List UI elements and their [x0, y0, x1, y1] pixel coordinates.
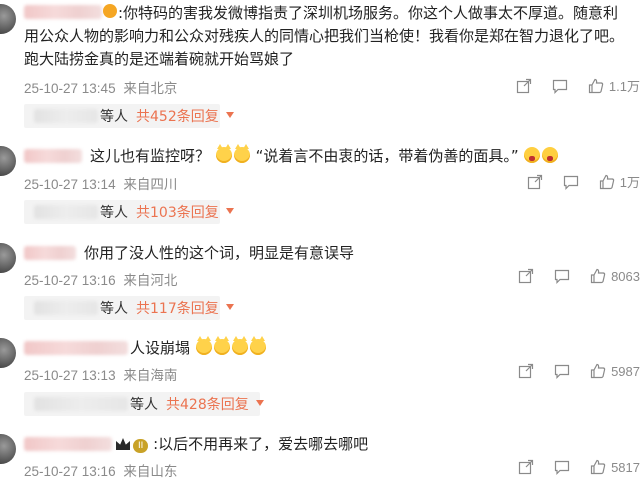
comment-item: :你特码的害我发微博指责了深圳机场服务。你这个人做事太不厚道。随意利用公众人物的… — [0, 0, 640, 130]
comment-time: 25-10-27 13:16 — [24, 273, 116, 288]
like-count: 8063 — [611, 268, 640, 284]
comment-meta: 25-10-27 13:16 来自山东 — [24, 460, 177, 480]
comment-item: 人设崩塌 25-10-27 13:13 来自海南 5987 等人 共428条回复 — [0, 330, 640, 420]
comment-location: 来自海南 — [123, 368, 178, 383]
comment-item: 这儿也有监控呀？ “说着言不由衷的话，带着伪善的面具。” 25-10-27 13… — [0, 140, 640, 230]
reply-count[interactable]: 共103条回复 — [136, 202, 219, 222]
comment-time: 25-10-27 13:16 — [24, 464, 116, 479]
comment-meta: 25-10-27 13:14 来自四川 — [24, 173, 177, 193]
screaming-face-emoji — [542, 147, 559, 163]
like-count: 5817 — [611, 459, 640, 475]
comment-text: 这儿也有监控呀？ “说着言不由衷的话，带着伪善的面具。” — [24, 144, 629, 168]
cat-face-emoji — [231, 336, 248, 355]
thumbs-up-icon[interactable] — [590, 459, 606, 475]
crown-icon — [116, 438, 130, 450]
comment-text-b: “说着言不由衷的话，带着伪善的面具。” — [255, 147, 519, 165]
cat-face-emoji — [215, 144, 232, 163]
comment-location: 来自山东 — [123, 464, 178, 479]
comment-location: 来自四川 — [123, 177, 178, 192]
comment-location: 来自北京 — [123, 81, 178, 96]
share-icon[interactable] — [527, 174, 543, 190]
like-count: 5987 — [611, 363, 640, 379]
reply-summary[interactable]: 等人 共452条回复 — [24, 104, 234, 128]
level-badge: II — [133, 439, 149, 453]
thumbs-up-icon[interactable] — [590, 363, 606, 379]
avatar[interactable] — [0, 434, 16, 464]
comment-icon[interactable] — [554, 268, 570, 284]
reply-summary[interactable]: 等人 共103条回复 — [24, 200, 234, 224]
thumbs-up-icon[interactable] — [599, 174, 615, 190]
reply-summary[interactable]: 等人 共428条回复 — [24, 392, 264, 416]
comment-actions: 1.1万 — [516, 76, 640, 95]
reply-count[interactable]: 共117条回复 — [136, 298, 219, 318]
comment-time: 25-10-27 13:13 — [24, 368, 116, 383]
reply-users-label: 等人 — [130, 397, 158, 413]
reply-users-label: 等人 — [100, 205, 128, 221]
comment-actions: 5817 — [518, 459, 640, 475]
cat-face-emoji — [195, 336, 212, 355]
comment-text: :你特码的害我发微博指责了深圳机场服务。你这个人做事太不厚道。随意利用公众人物的… — [24, 4, 625, 68]
reply-user-redacted — [34, 109, 98, 123]
comment-text-content: 你用了没人性的这个词，明显是有意误导 — [84, 244, 355, 262]
reply-user-redacted — [34, 301, 98, 315]
thumbs-up-icon[interactable] — [588, 78, 604, 94]
comment-icon[interactable] — [552, 78, 568, 94]
cat-face-emoji — [249, 336, 266, 355]
avatar[interactable] — [0, 4, 16, 34]
chevron-down-icon[interactable] — [256, 400, 264, 406]
share-icon[interactable] — [518, 268, 534, 284]
comment-time: 25-10-27 13:45 — [24, 81, 116, 96]
comment-text: 你用了没人性的这个词，明显是有意误导 — [24, 242, 629, 265]
comment-icon[interactable] — [554, 363, 570, 379]
share-icon[interactable] — [518, 363, 534, 379]
screaming-face-emoji — [524, 147, 541, 163]
comment-time: 25-10-27 13:14 — [24, 177, 116, 192]
comment-text-content: 人设崩塌 — [130, 339, 191, 357]
comment-meta: 25-10-27 13:45 来自北京 — [24, 77, 177, 97]
chevron-down-icon[interactable] — [226, 208, 234, 214]
chevron-down-icon[interactable] — [226, 112, 234, 118]
comment-actions: 5987 — [518, 363, 640, 379]
reply-count[interactable]: 共452条回复 — [136, 106, 219, 126]
reply-users-label: 等人 — [100, 109, 128, 125]
comment-text: 人设崩塌 — [24, 336, 629, 360]
comment-text: II :以后不用再来了，爱去哪去哪吧 — [24, 433, 629, 456]
comment-icon[interactable] — [554, 459, 570, 475]
comment-location: 来自河北 — [123, 273, 178, 288]
comment-text-content: :以后不用再来了，爱去哪去哪吧 — [153, 435, 369, 453]
comment-item: 你用了没人性的这个词，明显是有意误导 25-10-27 13:16 来自河北 8… — [0, 235, 640, 325]
comment-actions: 8063 — [518, 268, 640, 284]
cat-face-emoji — [213, 336, 230, 355]
reply-count[interactable]: 共428条回复 — [166, 394, 249, 414]
comment-item: II :以后不用再来了，爱去哪去哪吧 25-10-27 13:16 来自山东 5… — [0, 426, 640, 479]
comment-meta: 25-10-27 13:16 来自河北 — [24, 269, 177, 289]
avatar[interactable] — [0, 146, 16, 176]
comment-actions: 1万 — [527, 172, 640, 191]
avatar[interactable] — [0, 338, 16, 368]
share-icon[interactable] — [518, 459, 534, 475]
chevron-down-icon[interactable] — [226, 304, 234, 310]
reply-user-redacted — [34, 205, 98, 219]
avatar[interactable] — [0, 243, 16, 273]
like-count: 1.1万 — [608, 79, 640, 94]
like-count: 1万 — [619, 175, 640, 190]
comment-meta: 25-10-27 13:13 来自海南 — [24, 364, 177, 384]
share-icon[interactable] — [516, 78, 532, 94]
thumbs-up-icon[interactable] — [590, 268, 606, 284]
cat-face-emoji — [233, 144, 250, 163]
reply-summary[interactable]: 等人 共117条回复 — [24, 296, 234, 320]
comment-icon[interactable] — [563, 174, 579, 190]
reply-user-redacted — [34, 397, 128, 411]
reply-users-label: 等人 — [100, 301, 128, 317]
comment-text-a: 这儿也有监控呀？ — [90, 147, 211, 165]
